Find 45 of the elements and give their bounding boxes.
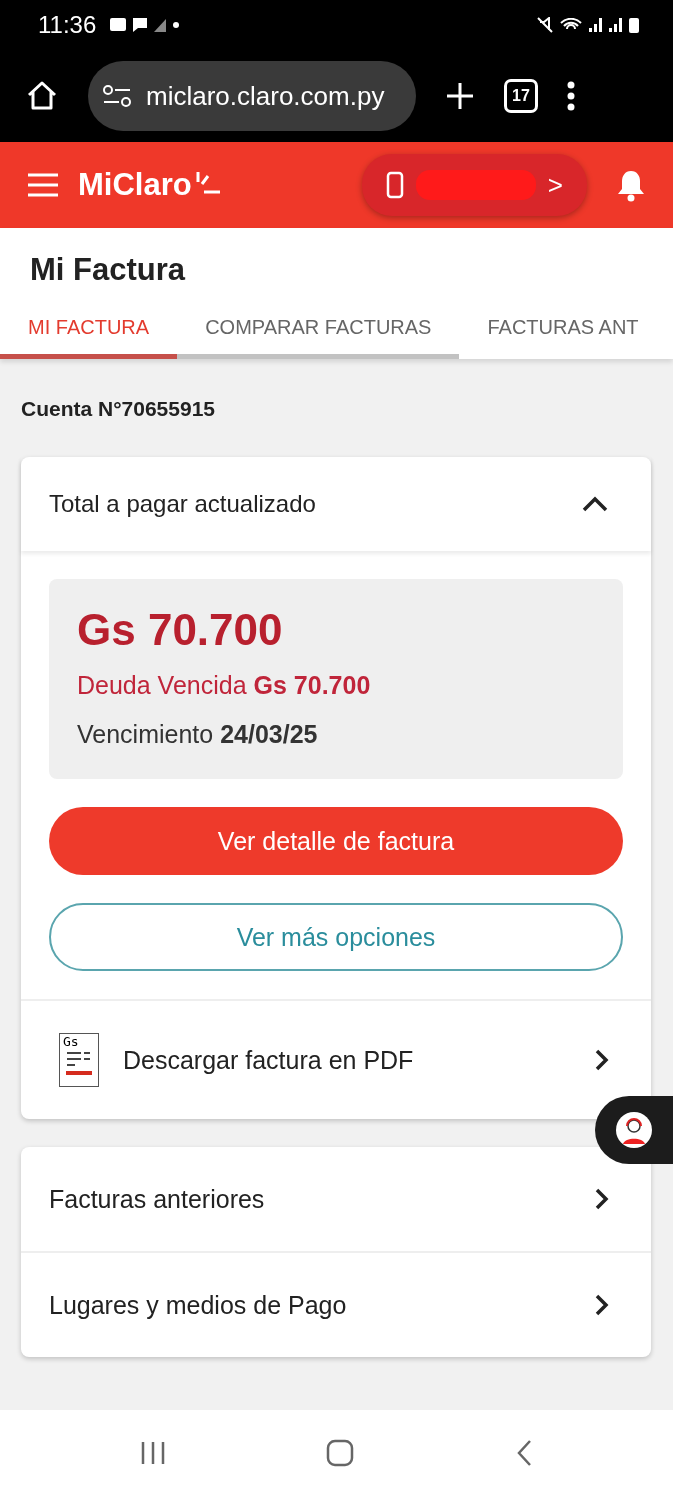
- recent-apps-icon[interactable]: [140, 1440, 167, 1465]
- more-icon[interactable]: [566, 81, 576, 111]
- menu-link[interactable]: Facturas anteriores: [49, 1184, 593, 1214]
- signal-icon: [609, 18, 622, 32]
- more-options-button[interactable]: Ver más opciones: [49, 903, 623, 971]
- battery-icon: [629, 17, 639, 33]
- tab[interactable]: FACTURAS ANT: [459, 304, 667, 359]
- dot-icon: [173, 22, 180, 28]
- menu-link[interactable]: Lugares y medios de Pago: [49, 1290, 593, 1320]
- menu-icon[interactable]: [26, 172, 60, 198]
- url-text: miclaro.claro.com.py: [146, 80, 385, 112]
- no-signal-icon: [154, 18, 167, 32]
- home-button-icon[interactable]: [326, 1438, 355, 1467]
- tab[interactable]: COMPARAR FACTURAS: [177, 304, 460, 359]
- page-title: Mi Factura: [29, 251, 187, 289]
- chevron-right-icon: [593, 1187, 609, 1211]
- invoice-document-icon: Gs: [59, 1033, 99, 1087]
- status-time: 11:36: [38, 11, 97, 39]
- support-agent-icon: [616, 1112, 652, 1148]
- total-amount: Gs 70.700: [77, 605, 284, 655]
- invoice-detail-button[interactable]: Ver detalle de factura: [49, 807, 623, 875]
- chevron-right-icon: [593, 1048, 609, 1072]
- logo: MiClaro: [78, 167, 222, 203]
- message-icon: [133, 18, 148, 32]
- chevron-icon: [581, 495, 609, 513]
- notification-bell-icon[interactable]: [615, 168, 647, 202]
- address-bar[interactable]: miclaro.claro.com.py: [88, 61, 416, 131]
- chevron-right-icon: [593, 1293, 609, 1317]
- download-pdf-link[interactable]: Descargar factura en PDF: [123, 1045, 569, 1075]
- account-number: Cuenta N°70655915: [21, 397, 216, 421]
- site-settings-icon[interactable]: [102, 85, 132, 107]
- phone-line-button[interactable]: >: [361, 154, 587, 216]
- signal-icon: [589, 18, 602, 32]
- tab[interactable]: MI FACTURA: [0, 304, 178, 359]
- wifi-icon: [560, 18, 582, 32]
- card-header[interactable]: Total a pagar actualizado: [21, 457, 651, 551]
- due-date: Vencimiento 24/03/25: [77, 720, 319, 749]
- support-chat-button[interactable]: [595, 1096, 673, 1164]
- new-tab-icon[interactable]: [444, 80, 476, 112]
- tab-count-button[interactable]: 17: [504, 79, 538, 113]
- overdue-debt: Deuda Vencida Gs 70.700: [77, 671, 372, 700]
- app-notification-icon: [110, 18, 127, 32]
- card-title: Total a pagar actualizado: [49, 490, 316, 518]
- phone-icon: [385, 171, 404, 199]
- mute-icon: [537, 17, 553, 33]
